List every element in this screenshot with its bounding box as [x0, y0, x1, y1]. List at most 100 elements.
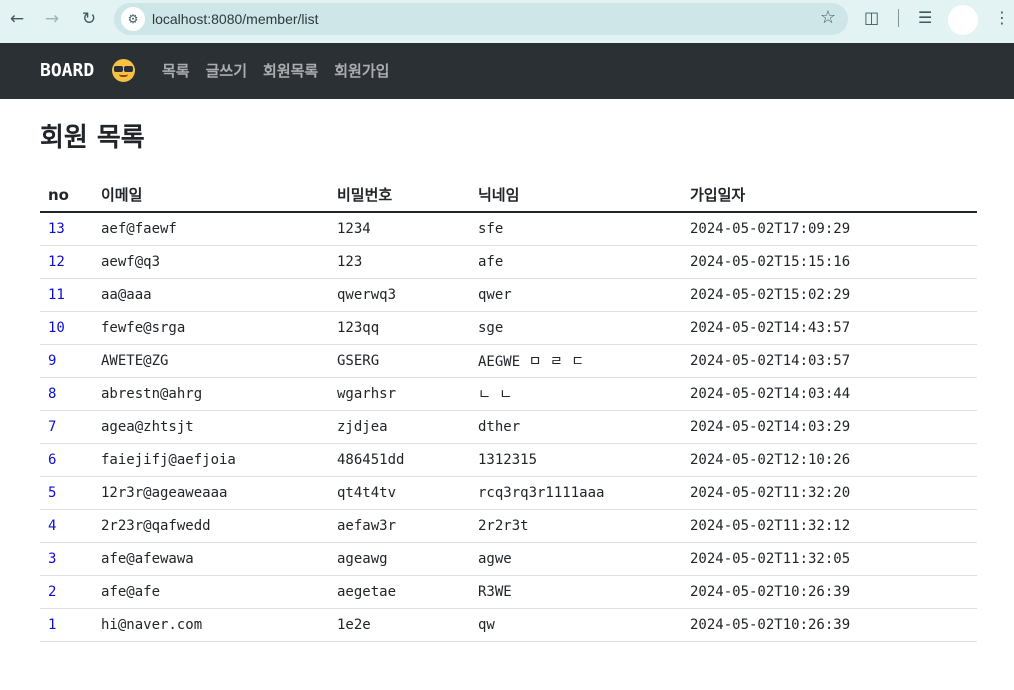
- member-email-cell: afe@afewawa: [93, 542, 329, 576]
- member-nickname-cell: 1312315: [470, 443, 682, 477]
- member-email-cell: afe@afe: [93, 575, 329, 609]
- header-password: 비밀번호: [329, 178, 470, 213]
- member-joined-date-cell: 2024-05-02T14:03:44: [682, 377, 977, 411]
- member-email-cell: aef@faewf: [93, 212, 329, 246]
- table-row: 12 aewf@q3 123 afe 2024-05-02T15:15:16: [40, 245, 977, 279]
- member-nickname-cell: dther: [470, 410, 682, 444]
- member-password-cell: 123qq: [329, 311, 470, 345]
- member-password-cell: wgarhsr: [329, 377, 470, 411]
- header-nickname: 닉네임: [470, 178, 682, 213]
- more-menu-icon[interactable]: ⋮: [994, 8, 1010, 27]
- member-joined-date-cell: 2024-05-02T17:09:29: [682, 212, 977, 246]
- table-row: 6 faiejifj@aefjoia 486451dd 1312315 2024-05-…: [40, 443, 977, 477]
- member-email-cell: hi@naver.com: [93, 608, 329, 642]
- toolbar-divider: [898, 9, 899, 27]
- back-arrow-icon[interactable]: ←: [6, 8, 28, 30]
- member-nickname-cell: rcq3rq3r1111aaa: [470, 476, 682, 510]
- member-joined-date-cell: 2024-05-02T15:02:29: [682, 278, 977, 312]
- member-email-cell: 12r3r@ageaweaaa: [93, 476, 329, 510]
- header-joined-date: 가입일자: [682, 178, 977, 213]
- member-no-link-cell: 8: [40, 377, 93, 411]
- member-no-link-cell: 5: [40, 476, 93, 510]
- member-no-link[interactable]: 4: [48, 518, 56, 534]
- browser-toolbar: ← → ↻ ⚙ localhost:8080/member/list ☆ ◫ ☰…: [0, 0, 1014, 43]
- member-table: no 이메일 비밀번호 닉네임 가입일자 13 aef@faewf 1234 sfe 2…: [40, 178, 977, 642]
- member-email-cell: abrestn@ahrg: [93, 377, 329, 411]
- member-password-cell: ageawg: [329, 542, 470, 576]
- member-no-link[interactable]: 5: [48, 485, 56, 501]
- member-no-link[interactable]: 3: [48, 551, 56, 567]
- table-row: 2 afe@afe aegetae R3WE 2024-05-02T10:26:39: [40, 575, 977, 609]
- bookmark-star-icon[interactable]: ☆: [820, 7, 836, 28]
- member-joined-date-cell: 2024-05-02T14:03:57: [682, 344, 977, 378]
- member-no-link[interactable]: 1: [48, 617, 56, 633]
- page-title: 회원 목록: [40, 123, 145, 153]
- forward-arrow-icon[interactable]: →: [41, 8, 63, 30]
- member-nickname-cell: 2r2r3t: [470, 509, 682, 543]
- member-no-link[interactable]: 7: [48, 419, 56, 435]
- member-nickname-cell: qw: [470, 608, 682, 642]
- member-no-link[interactable]: 6: [48, 452, 56, 468]
- member-nickname-cell: R3WE: [470, 575, 682, 609]
- nav-links: 목록 글쓰기 회원목록 회원가입: [162, 59, 389, 83]
- site-info-icon[interactable]: ⚙: [121, 7, 145, 31]
- member-password-cell: 1234: [329, 212, 470, 246]
- member-password-cell: aefaw3r: [329, 509, 470, 543]
- nav-link-signup[interactable]: 회원가입: [334, 59, 389, 83]
- member-no-link[interactable]: 11: [48, 287, 65, 303]
- table-row: 1 hi@naver.com 1e2e qw 2024-05-02T10:26:39: [40, 608, 977, 642]
- member-no-link-cell: 7: [40, 410, 93, 444]
- member-no-link[interactable]: 9: [48, 353, 56, 369]
- nav-link-write[interactable]: 글쓰기: [206, 59, 247, 83]
- member-email-cell: agea@zhtsjt: [93, 410, 329, 444]
- member-joined-date-cell: 2024-05-02T14:03:29: [682, 410, 977, 444]
- url-text[interactable]: localhost:8080/member/list: [152, 3, 319, 35]
- member-password-cell: 486451dd: [329, 443, 470, 477]
- table-header-row: no 이메일 비밀번호 닉네임 가입일자: [40, 178, 977, 213]
- member-password-cell: qt4t4tv: [329, 476, 470, 510]
- member-no-link-cell: 3: [40, 542, 93, 576]
- member-joined-date-cell: 2024-05-02T11:32:05: [682, 542, 977, 576]
- member-no-link[interactable]: 8: [48, 386, 56, 402]
- table-row: 8 abrestn@ahrg wgarhsr ㄴ ㄴ 2024-05-02T14:03:…: [40, 377, 977, 411]
- member-nickname-cell: agwe: [470, 542, 682, 576]
- member-no-link[interactable]: 13: [48, 221, 65, 237]
- header-no: no: [40, 178, 93, 213]
- table-row: 7 agea@zhtsjt zjdjea dther 2024-05-02T14:03:…: [40, 410, 977, 444]
- member-no-link[interactable]: 12: [48, 254, 65, 270]
- member-nickname-cell: ㄴ ㄴ: [470, 377, 682, 411]
- member-no-link-cell: 4: [40, 509, 93, 543]
- member-joined-date-cell: 2024-05-02T10:26:39: [682, 575, 977, 609]
- member-no-link-cell: 13: [40, 212, 93, 246]
- member-joined-date-cell: 2024-05-02T11:32:12: [682, 509, 977, 543]
- table-row: 13 aef@faewf 1234 sfe 2024-05-02T17:09:29: [40, 212, 977, 246]
- extensions-icon[interactable]: ◫: [864, 8, 879, 27]
- member-joined-date-cell: 2024-05-02T11:32:20: [682, 476, 977, 510]
- address-bar[interactable]: ⚙ localhost:8080/member/list ☆: [114, 3, 848, 35]
- member-no-link[interactable]: 10: [48, 320, 65, 336]
- member-nickname-cell: sfe: [470, 212, 682, 246]
- member-joined-date-cell: 2024-05-02T15:15:16: [682, 245, 977, 279]
- member-no-link-cell: 1: [40, 608, 93, 642]
- site-navbar: BOARD 목록 글쓰기 회원목록 회원가입: [0, 43, 1014, 99]
- nav-link-list[interactable]: 목록: [162, 59, 190, 83]
- member-no-link[interactable]: 2: [48, 584, 56, 600]
- member-email-cell: aa@aaa: [93, 278, 329, 312]
- member-nickname-cell: sge: [470, 311, 682, 345]
- member-joined-date-cell: 2024-05-02T10:26:39: [682, 608, 977, 642]
- member-joined-date-cell: 2024-05-02T14:43:57: [682, 311, 977, 345]
- member-joined-date-cell: 2024-05-02T12:10:26: [682, 443, 977, 477]
- media-control-icon[interactable]: ☰: [918, 8, 932, 27]
- member-no-link-cell: 12: [40, 245, 93, 279]
- member-email-cell: AWETE@ZG: [93, 344, 329, 378]
- member-password-cell: aegetae: [329, 575, 470, 609]
- member-email-cell: aewf@q3: [93, 245, 329, 279]
- profile-avatar[interactable]: [948, 5, 978, 35]
- nav-link-member-list[interactable]: 회원목록: [263, 59, 318, 83]
- member-no-link-cell: 6: [40, 443, 93, 477]
- member-no-link-cell: 11: [40, 278, 93, 312]
- member-password-cell: GSERG: [329, 344, 470, 378]
- reload-icon[interactable]: ↻: [78, 8, 100, 30]
- brand-logo[interactable]: BOARD: [40, 59, 94, 83]
- member-no-link-cell: 9: [40, 344, 93, 378]
